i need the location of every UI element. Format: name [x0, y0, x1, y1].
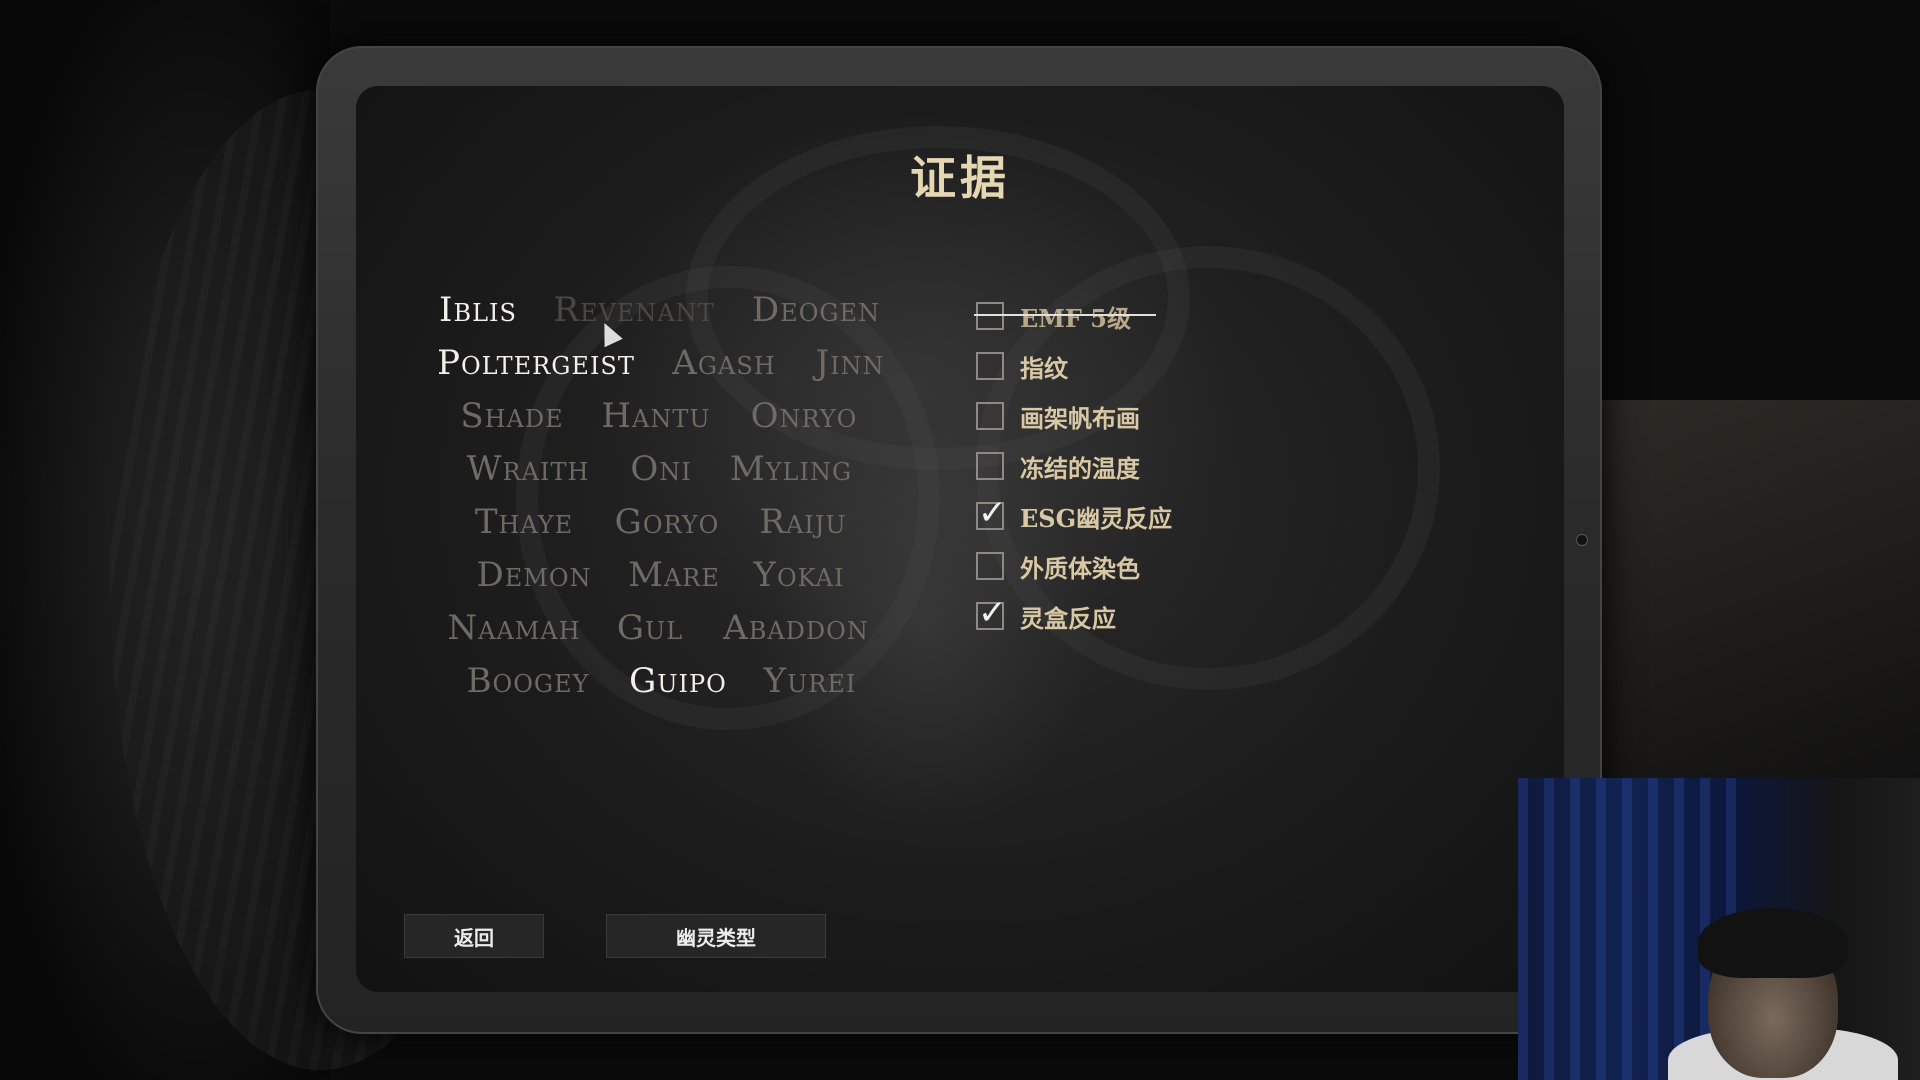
- streamer-hair: [1698, 908, 1848, 978]
- evidence-freezing-temps[interactable]: 冻结的温度: [976, 449, 1140, 483]
- ghost-goryo[interactable]: Goryo: [615, 502, 720, 542]
- evidence-checkbox[interactable]: [976, 302, 1004, 330]
- ghost-jinn[interactable]: Jinn: [815, 343, 884, 383]
- evidence-label: 冻结的温度: [1020, 453, 1140, 483]
- checkmark-icon: ✓: [978, 493, 1007, 533]
- evidence-label: EMF 5级: [1020, 303, 1131, 333]
- evidence-label: 灵盒反应: [1020, 603, 1116, 633]
- evidence-spirit-box[interactable]: ✓ 灵盒反应: [976, 596, 1116, 633]
- ghost-types-button[interactable]: 幽灵类型: [606, 914, 826, 958]
- evidence-ectoplasm[interactable]: 外质体染色: [976, 549, 1140, 583]
- ghost-iblis[interactable]: Iblis: [439, 290, 517, 330]
- evidence-label: ESG幽灵反应: [1020, 503, 1173, 533]
- ghost-myling[interactable]: Myling: [730, 449, 852, 489]
- evidence-checkbox[interactable]: [976, 552, 1004, 580]
- page-title: 证据: [910, 151, 1010, 205]
- checkmark-icon: ✓: [978, 593, 1007, 633]
- webcam-overlay: [1518, 778, 1920, 1080]
- ghost-wraith[interactable]: Wraith: [467, 449, 590, 489]
- evidence-label: 外质体染色: [1020, 553, 1140, 583]
- evidence-fingerprints[interactable]: 指纹: [976, 349, 1068, 383]
- ghost-demon[interactable]: Demon: [476, 555, 591, 595]
- ghost-yurei[interactable]: Yurei: [764, 661, 857, 701]
- evidence-checkbox[interactable]: [976, 452, 1004, 480]
- evidence-esg[interactable]: ✓ ESG幽灵反应: [976, 496, 1173, 533]
- evidence-checkbox[interactable]: ✓: [976, 596, 1007, 630]
- evidence-checkbox[interactable]: [976, 402, 1004, 430]
- evidence-checkbox[interactable]: [976, 352, 1004, 380]
- ghost-revenant[interactable]: Revenant: [553, 290, 714, 330]
- evidence-label: 画架帆布画: [1020, 403, 1140, 433]
- background-desk: [1600, 400, 1920, 780]
- ghost-yokai[interactable]: Yokai: [754, 555, 845, 595]
- excluded-strikethrough: [974, 314, 1156, 316]
- evidence-emf5[interactable]: EMF 5级: [974, 299, 1156, 333]
- tablet-camera-dot: [1576, 534, 1588, 546]
- evidence-screen: 证据 Iblis Revenant Deogen Poltergeist Aga…: [356, 86, 1564, 992]
- evidence-checkbox[interactable]: ✓: [976, 496, 1007, 530]
- ghost-mare[interactable]: Mare: [628, 555, 720, 595]
- ghost-onryo[interactable]: Onryo: [751, 396, 858, 436]
- ghost-oni[interactable]: Oni: [630, 449, 691, 489]
- ghost-deogen[interactable]: Deogen: [752, 290, 880, 330]
- ghost-naamah[interactable]: Naamah: [447, 608, 580, 648]
- ghost-guipo[interactable]: Guipo: [629, 661, 727, 701]
- ghost-shade[interactable]: Shade: [460, 396, 563, 436]
- ghost-hantu[interactable]: Hantu: [601, 396, 710, 436]
- ghost-agash[interactable]: Agash: [672, 343, 775, 383]
- ghost-boogey[interactable]: Boogey: [467, 661, 590, 701]
- ghost-raiju[interactable]: Raiju: [759, 502, 846, 542]
- back-button[interactable]: 返回: [404, 914, 544, 958]
- ghost-abaddon[interactable]: Abaddon: [723, 608, 869, 648]
- ghost-poltergeist[interactable]: Poltergeist: [437, 343, 635, 383]
- ghost-thaye[interactable]: Thaye: [475, 502, 573, 542]
- evidence-easel-painting[interactable]: 画架帆布画: [976, 399, 1140, 433]
- ghost-gul[interactable]: Gul: [617, 608, 683, 648]
- evidence-label: 指纹: [1020, 353, 1068, 383]
